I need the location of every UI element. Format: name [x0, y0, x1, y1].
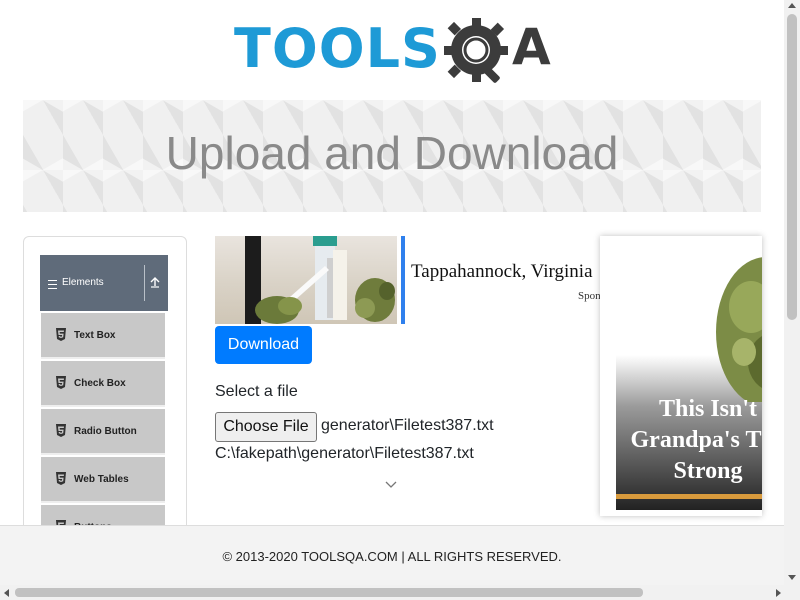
- scroll-up-arrow-icon[interactable]: [788, 3, 796, 8]
- ad-banner-right[interactable]: This Isn't Grandpa's The Strong: [600, 236, 762, 516]
- html5-icon: [56, 472, 66, 485]
- sidebar-item-label: Text Box: [74, 330, 116, 341]
- horizontal-scrollbar[interactable]: [0, 585, 800, 600]
- ad-right-line: This Isn't: [658, 396, 758, 422]
- sidebar-item-label: Check Box: [74, 378, 126, 389]
- vertical-scroll-thumb[interactable]: [787, 14, 797, 320]
- gear-magnifier-icon: [444, 18, 508, 83]
- sidebar-item-web-tables[interactable]: Web Tables: [41, 457, 165, 503]
- page-header-banner: Upload and Download: [23, 100, 761, 212]
- sidebar-item-label: Web Tables: [74, 474, 129, 485]
- header-divider: [144, 265, 145, 301]
- left-sidebar: Elements Text Box Check Box Radio Button…: [23, 236, 187, 538]
- horizontal-scroll-thumb[interactable]: [15, 588, 643, 597]
- scroll-left-arrow-icon[interactable]: [4, 589, 9, 597]
- scroll-right-arrow-icon[interactable]: [776, 589, 781, 597]
- uploaded-file-path: C:\fakepath\generator\Filetest387.txt: [215, 445, 474, 462]
- sidebar-item-text-box[interactable]: Text Box: [41, 313, 165, 359]
- logo-text-tools: TOOLS: [234, 17, 441, 80]
- ad-headline[interactable]: Tappahannock, Virginia: [411, 261, 593, 283]
- vertical-scrollbar[interactable]: [784, 0, 800, 585]
- sidebar-group-label: Elements: [62, 277, 104, 288]
- sidebar-item-radio-button[interactable]: Radio Button: [41, 409, 165, 455]
- select-file-label: Select a file: [215, 383, 298, 400]
- page-footer: © 2013-2020 TOOLSQA.COM | ALL RIGHTS RES…: [0, 525, 784, 586]
- download-button[interactable]: Download: [215, 326, 312, 364]
- ad-right-line: Strong: [673, 458, 743, 484]
- html5-icon: [56, 376, 66, 389]
- ad-sponsored-label: Spon: [578, 290, 601, 302]
- collapse-up-icon[interactable]: [149, 275, 161, 289]
- ad-accent-bar: [616, 494, 762, 499]
- chevron-down-icon[interactable]: [384, 480, 398, 490]
- chosen-file-name: generator\Filetest387.txt: [321, 417, 494, 434]
- html5-icon: [56, 328, 66, 341]
- ad-banner-left[interactable]: [215, 236, 405, 324]
- page-title: Upload and Download: [165, 127, 619, 179]
- copyright-text: © 2013-2020 TOOLSQA.COM | ALL RIGHTS RES…: [222, 549, 562, 564]
- logo-text-a: A: [512, 18, 551, 76]
- ad-product-image: [215, 236, 397, 324]
- ad-right-line: Grandpa's The: [630, 427, 762, 453]
- sidebar-item-check-box[interactable]: Check Box: [41, 361, 165, 407]
- sidebar-group-elements[interactable]: Elements: [40, 255, 168, 311]
- sidebar-item-label: Radio Button: [74, 426, 137, 437]
- ad-right-headline: This Isn't Grandpa's The Strong: [608, 394, 762, 487]
- html5-icon: [56, 424, 66, 437]
- scroll-down-arrow-icon[interactable]: [788, 575, 796, 580]
- toolsqa-logo[interactable]: TOOLS A: [232, 16, 558, 90]
- choose-file-button[interactable]: Choose File: [215, 412, 317, 442]
- hamburger-icon: [48, 280, 57, 289]
